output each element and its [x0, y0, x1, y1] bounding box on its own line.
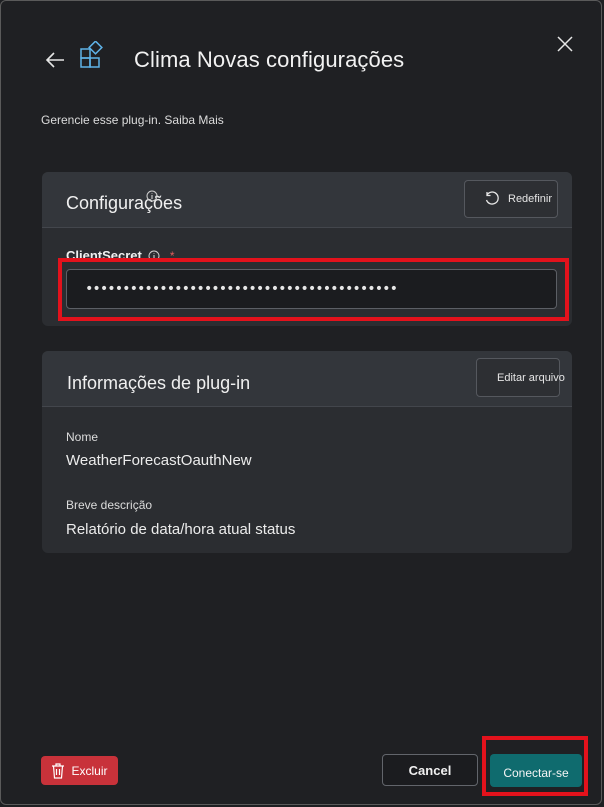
trash-icon: [52, 762, 65, 779]
delete-button-label: Excluir: [71, 763, 108, 778]
description-value: Relatório de data/hora atual status: [66, 521, 296, 538]
highlight-box-connect: [482, 736, 588, 796]
arrow-left-icon: [45, 52, 64, 68]
delete-button[interactable]: Excluir: [41, 756, 118, 785]
dialog-subtitle: Gerencie esse plug-in. Saiba Mais: [41, 113, 224, 127]
info-icon: [146, 189, 158, 202]
edit-file-button-label: Editar arquivo: [497, 371, 565, 384]
reset-button-label: Redefinir: [508, 193, 553, 205]
close-button[interactable]: [554, 33, 576, 55]
dialog-title: Clima Novas configurações: [134, 47, 405, 72]
reset-icon: [485, 191, 499, 205]
name-value: WeatherForecastOauthNew: [66, 452, 252, 469]
settings-card-title: Configurações: [66, 193, 183, 213]
edit-file-button[interactable]: Editar arquivo: [476, 358, 565, 397]
apps-add-icon: [79, 40, 105, 69]
highlight-box-secret: [58, 258, 569, 321]
reset-button[interactable]: Redefinir: [464, 180, 558, 218]
back-button[interactable]: [43, 49, 67, 71]
cancel-button-label: Cancel: [408, 762, 452, 778]
close-icon: [557, 36, 573, 52]
plugin-info-card-title: Informações de plug-in: [67, 373, 251, 393]
plugin-settings-dialog: Clima Novas configurações Gerencie esse …: [0, 0, 602, 805]
description-label: Breve descrição: [66, 498, 153, 512]
name-label: Nome: [66, 430, 99, 444]
plugin-info-card: Informações de plug-in Editar arquivo No…: [42, 351, 572, 553]
cancel-button[interactable]: Cancel: [382, 754, 478, 786]
